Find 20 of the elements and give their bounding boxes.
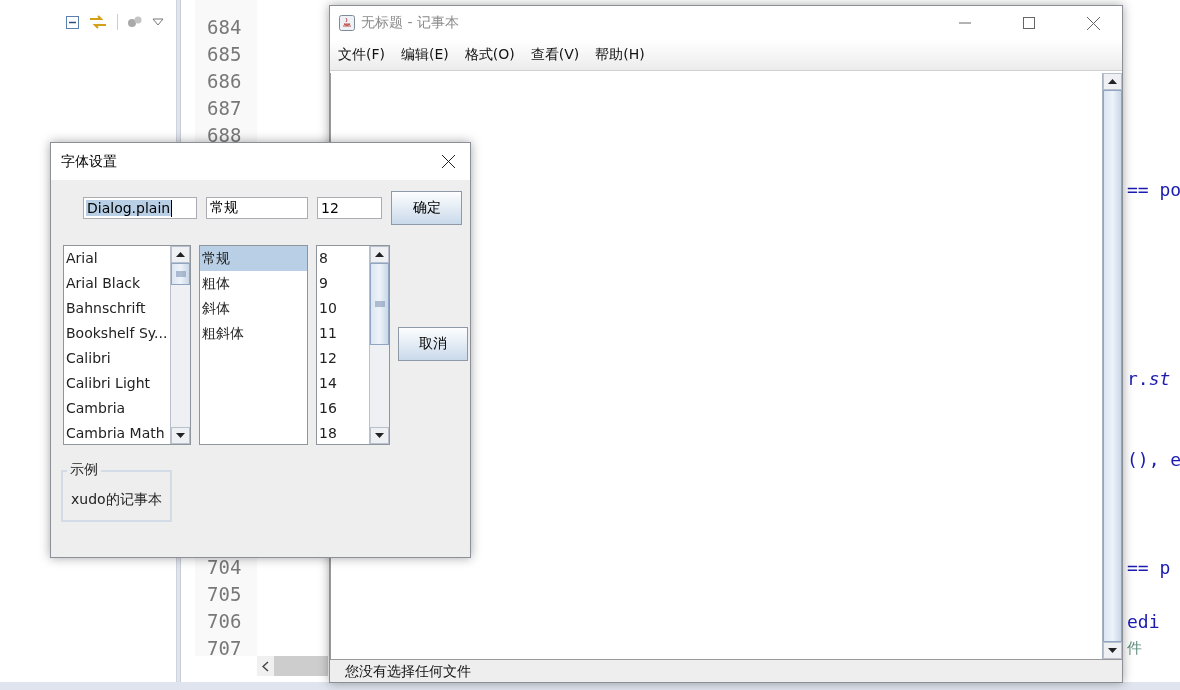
preview-text: xudo的记事本 — [71, 491, 162, 509]
line-number: 688 — [207, 123, 242, 148]
line-number: 707 — [207, 636, 242, 661]
code-line: r.st — [1127, 367, 1171, 391]
code-line: == po — [1127, 178, 1180, 202]
group-label: 示例 — [67, 461, 101, 479]
line-number: 686 — [207, 69, 242, 94]
line-number: 687 — [207, 96, 242, 121]
status-bar: 您没有选择任何文件 — [330, 659, 1122, 682]
line-number: 704 — [207, 555, 242, 580]
line-number: 705 — [207, 582, 242, 607]
line-number: 684 — [207, 15, 242, 40]
code-line: (), e — [1127, 448, 1180, 472]
window-title: 无标题 - 记事本 — [361, 14, 460, 32]
code-comment: 件 — [1127, 638, 1142, 659]
line-number: 706 — [207, 609, 242, 634]
dialog-title: 字体设置 — [61, 152, 118, 171]
code-line: edi — [1127, 610, 1160, 634]
line-number: 685 — [207, 42, 242, 67]
code-line: == p — [1127, 556, 1171, 580]
